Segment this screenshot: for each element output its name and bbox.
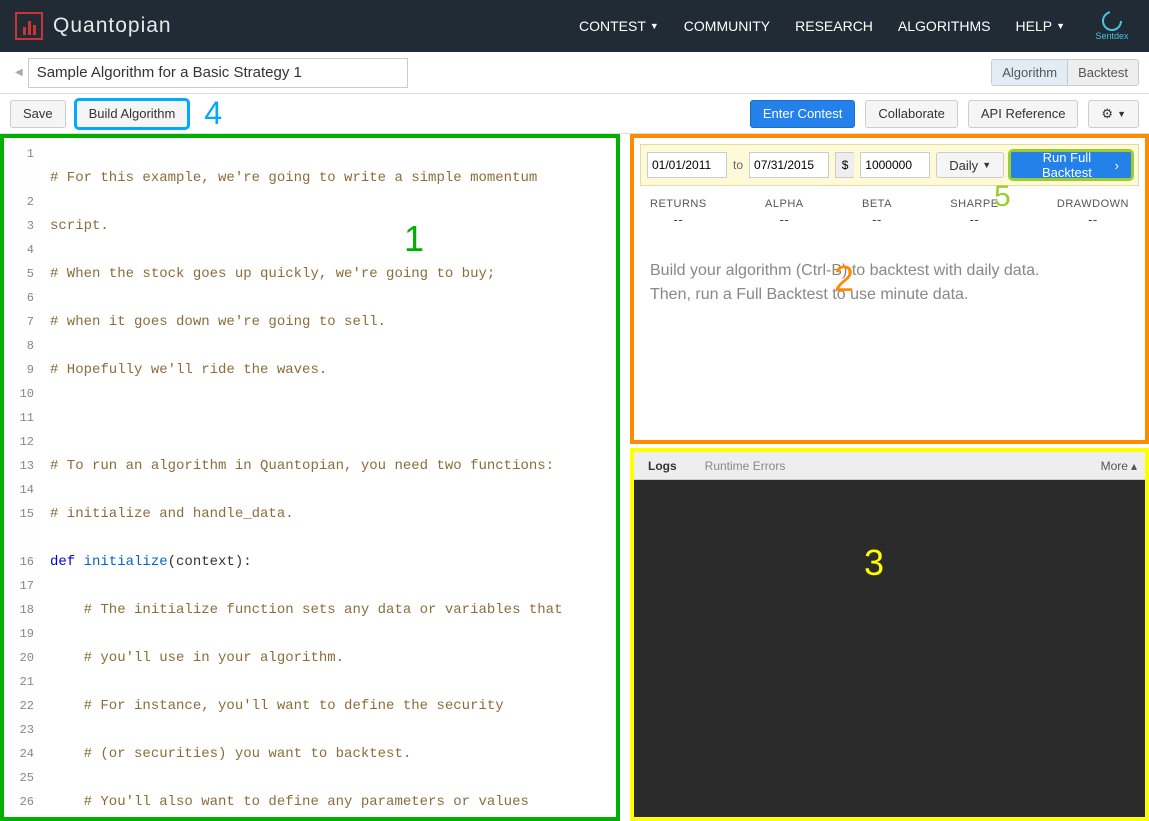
sentdex-watermark: Sentdex (1090, 6, 1134, 46)
metrics-row: RETURNS-- ALPHA-- BETA-- SHARPE-- DRAWDO… (640, 186, 1139, 239)
code-editor-pane: 1 12345678910111213141516171819202122232… (0, 134, 620, 821)
algo-title-input[interactable] (28, 58, 408, 88)
title-bar: ◀ Algorithm Backtest (0, 52, 1149, 94)
nav-contest[interactable]: CONTEST▼ (579, 18, 659, 34)
nav-community[interactable]: COMMUNITY (684, 18, 770, 34)
tab-algorithm[interactable]: Algorithm (991, 59, 1068, 86)
metric-alpha: ALPHA-- (765, 198, 804, 227)
logs-more-button[interactable]: More▴ (1093, 459, 1145, 473)
logs-header: Logs Runtime Errors More▴ (634, 452, 1145, 480)
save-button[interactable]: Save (10, 100, 66, 128)
caret-down-icon: ▼ (1117, 109, 1126, 119)
end-date-input[interactable] (749, 152, 829, 178)
chevron-right-icon: › (1115, 158, 1119, 173)
brand-text: Quantopian (53, 14, 172, 38)
currency-prefix: $ (835, 152, 854, 178)
prev-algo-icon[interactable]: ◀ (10, 67, 28, 78)
logs-body[interactable] (634, 480, 1145, 817)
capital-input[interactable] (860, 152, 930, 178)
action-toolbar: Save Build Algorithm 4 Enter Contest Col… (0, 94, 1149, 134)
build-algorithm-button[interactable]: Build Algorithm (76, 100, 189, 128)
chevron-up-icon: ▴ (1131, 459, 1137, 473)
top-nav: Quantopian CONTEST▼ COMMUNITY RESEARCH A… (0, 0, 1149, 52)
nav-research[interactable]: RESEARCH (795, 18, 873, 34)
run-full-backtest-button[interactable]: Run Full Backtest › (1010, 151, 1132, 179)
tab-logs[interactable]: Logs (634, 452, 691, 479)
caret-down-icon: ▼ (982, 160, 991, 170)
api-reference-button[interactable]: API Reference (968, 100, 1079, 128)
nav-help[interactable]: HELP▼ (1016, 18, 1066, 34)
code-editor[interactable]: 1234567891011121314151617181920212223242… (4, 138, 616, 817)
collaborate-button[interactable]: Collaborate (865, 100, 958, 128)
backtest-panel: 2 5 to $ Daily ▼ Run Full Backtest › RET… (630, 134, 1149, 444)
nav-algorithms[interactable]: ALGORITHMS (898, 18, 991, 34)
caret-down-icon: ▼ (1056, 21, 1065, 31)
caret-down-icon: ▼ (650, 21, 659, 31)
backtest-hint: Build your algorithm (Ctrl-B) to backtes… (640, 239, 1139, 327)
enter-contest-button[interactable]: Enter Contest (750, 100, 856, 128)
settings-button[interactable]: ⚙▼ (1088, 100, 1139, 128)
metric-returns: RETURNS-- (650, 198, 707, 227)
to-label: to (733, 158, 743, 172)
backtest-controls: to $ Daily ▼ Run Full Backtest › (640, 144, 1139, 186)
metric-beta: BETA-- (862, 198, 892, 227)
code-content[interactable]: # For this example, we're going to write… (40, 138, 616, 817)
metric-drawdown: DRAWDOWN-- (1057, 198, 1129, 227)
line-gutter: 1234567891011121314151617181920212223242… (4, 138, 40, 817)
metric-sharpe: SHARPE-- (950, 198, 998, 227)
tab-backtest[interactable]: Backtest (1068, 59, 1139, 86)
logs-panel: 3 Logs Runtime Errors More▴ (630, 448, 1149, 821)
tab-runtime-errors[interactable]: Runtime Errors (691, 452, 800, 479)
gear-icon: ⚙ (1101, 106, 1113, 122)
logo-icon (15, 12, 43, 40)
frequency-select[interactable]: Daily ▼ (936, 152, 1004, 178)
annotation-4: 4 (204, 95, 222, 132)
start-date-input[interactable] (647, 152, 727, 178)
